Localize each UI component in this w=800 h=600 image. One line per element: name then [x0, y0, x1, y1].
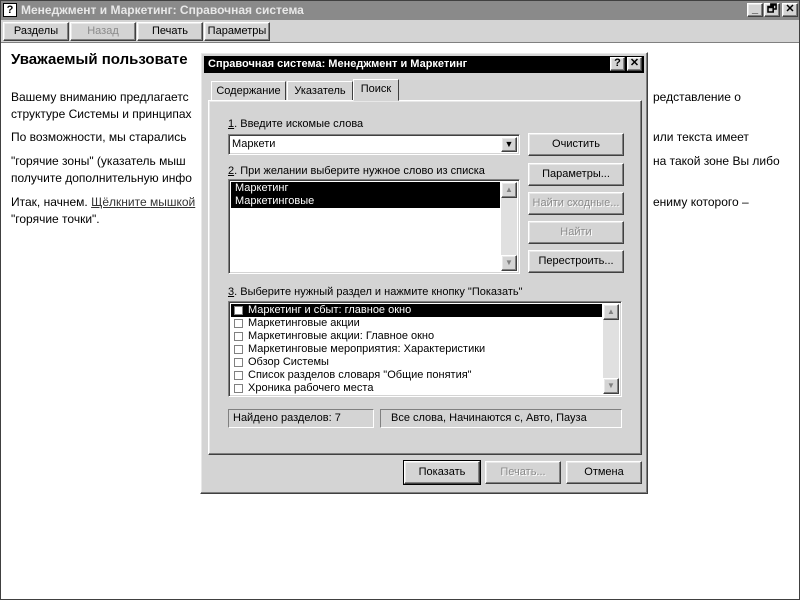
- topic-title: Уважаемый пользовате: [11, 51, 188, 68]
- close-button[interactable]: ✕: [782, 3, 798, 17]
- topic-text: По возможности, мы старались: [11, 130, 187, 144]
- find-similar-button[interactable]: Найти сходные...: [528, 192, 624, 215]
- step3-label: 3. Выберите нужный раздел и нажмите кноп…: [228, 286, 523, 298]
- chevron-down-icon: ▼: [504, 139, 514, 149]
- scroll-up-icon: ▲: [505, 185, 513, 194]
- checkbox-icon: [234, 358, 243, 367]
- topic-text: ениму которого –: [653, 195, 749, 209]
- topics-list[interactable]: Маркетинг и сбыт: главное окно Маркетинг…: [228, 301, 622, 397]
- scroll-up-icon: ▲: [607, 307, 615, 316]
- main-title-bar[interactable]: ? Менеджмент и Маркетинг: Справочная сис…: [1, 1, 799, 20]
- rebuild-button[interactable]: Перестроить...: [528, 250, 624, 273]
- list-item[interactable]: Хроника рабочего места: [231, 382, 602, 395]
- topic-link[interactable]: Щёлкните мышкой: [91, 195, 195, 209]
- search-words-combo[interactable]: Маркети ▼: [228, 134, 520, 155]
- tab-search[interactable]: Поиск: [353, 79, 399, 101]
- help-icon: ?: [614, 57, 621, 69]
- topic-item-label: Обзор Системы: [248, 356, 329, 368]
- list-item[interactable]: Маркетинговые: [231, 195, 500, 208]
- topic-item-label: Маркетинг и сбыт: главное окно: [248, 304, 412, 316]
- search-options-status: Все слова, Начинаются с, Авто, Пауза: [380, 409, 622, 428]
- find-button[interactable]: Найти: [528, 221, 624, 244]
- topic-text: или текста имеет: [653, 130, 749, 144]
- toolbar-print-button[interactable]: Печать: [137, 22, 203, 41]
- topics-scrollbar[interactable]: ▲ ▼: [603, 304, 619, 394]
- restore-icon: 🗗: [766, 3, 778, 15]
- tab-contents[interactable]: Содержание: [211, 81, 286, 101]
- options-button[interactable]: Параметры...: [528, 163, 624, 186]
- checkbox-icon: [234, 319, 243, 328]
- list-item[interactable]: Обзор Системы: [231, 356, 602, 369]
- words-list[interactable]: Маркетинг Маркетинговые ▲ ▼: [228, 179, 520, 274]
- topic-text: на такой зоне Вы либо: [653, 154, 780, 168]
- list-item[interactable]: Маркетинг: [231, 182, 500, 195]
- topic-item-label: Маркетинговые акции: [248, 317, 360, 329]
- dialog-help-button[interactable]: ?: [610, 57, 625, 71]
- scroll-down-icon: ▼: [607, 381, 615, 390]
- topic-item-label: Список разделов словаря "Общие понятия": [248, 369, 472, 381]
- list-item[interactable]: Маркетинговые акции: [231, 317, 602, 330]
- toolbar-options-button[interactable]: Параметры: [204, 22, 270, 41]
- found-count-status: Найдено разделов: 7: [228, 409, 374, 428]
- topic-item-label: Маркетинговые мероприятия: Характеристик…: [248, 343, 486, 355]
- list-item[interactable]: Маркетинговые мероприятия: Характеристик…: [231, 343, 602, 356]
- checkbox-icon: [234, 306, 243, 315]
- topic-text: "горячие зоны" (указатель мыш: [11, 154, 186, 168]
- dialog-title-bar[interactable]: Справочная система: Менеджмент и Маркети…: [204, 56, 644, 73]
- step3-text: . Выберите нужный раздел и нажмите кнопк…: [234, 286, 523, 298]
- topic-text: Итак, начнем. Щёлкните мышкой: [11, 194, 195, 211]
- toolbar-contents-button[interactable]: Разделы: [3, 22, 69, 41]
- tab-index[interactable]: Указатель: [287, 81, 353, 101]
- combo-dropdown-button[interactable]: ▼: [501, 137, 517, 152]
- clear-button[interactable]: Очистить: [528, 133, 624, 156]
- search-dialog: Справочная система: Менеджмент и Маркети…: [200, 52, 648, 494]
- step2-label: 2. При желании выберите нужное слово из …: [228, 165, 485, 177]
- topic-item-label: Хроника рабочего места: [248, 382, 374, 394]
- scroll-down-button[interactable]: ▼: [603, 378, 619, 394]
- minimize-button[interactable]: _: [747, 3, 763, 17]
- main-window-title: Менеджмент и Маркетинг: Справочная систе…: [21, 3, 304, 17]
- print-button[interactable]: Печать...: [485, 461, 561, 484]
- scroll-down-icon: ▼: [505, 258, 513, 267]
- step1-label: 1. Введите искомые слова: [228, 118, 363, 130]
- scroll-down-button[interactable]: ▼: [501, 255, 517, 271]
- toolbar: Разделы Назад Печать Параметры: [1, 20, 799, 43]
- topic-item-label: Маркетинговые акции: Главное окно: [248, 330, 435, 342]
- help-app-icon: ?: [3, 3, 17, 17]
- search-words-value: Маркети: [232, 138, 276, 150]
- list-item[interactable]: Маркетинг и сбыт: главное окно: [231, 304, 602, 317]
- topic-text: структуре Системы и принципах: [11, 107, 192, 121]
- dialog-close-button[interactable]: ✕: [627, 57, 642, 71]
- list-item[interactable]: Маркетинговые акции: Главное окно: [231, 330, 602, 343]
- checkbox-icon: [234, 371, 243, 380]
- minimize-icon: _: [751, 3, 759, 15]
- close-icon: ✕: [785, 3, 795, 15]
- checkbox-icon: [234, 332, 243, 341]
- step1-text: . Введите искомые слова: [234, 118, 364, 130]
- cancel-button[interactable]: Отмена: [566, 461, 642, 484]
- list-item[interactable]: Список разделов словаря "Общие понятия": [231, 369, 602, 382]
- scroll-up-button[interactable]: ▲: [501, 182, 517, 198]
- checkbox-icon: [234, 345, 243, 354]
- dialog-title: Справочная система: Менеджмент и Маркети…: [208, 58, 468, 70]
- topic-text: "горячие точки".: [11, 212, 100, 226]
- topic-text: редставление о: [653, 90, 741, 104]
- toolbar-back-button[interactable]: Назад: [70, 22, 136, 41]
- checkbox-icon: [234, 384, 243, 393]
- topic-text-prefix: Итак, начнем.: [11, 195, 92, 209]
- words-scrollbar[interactable]: ▲ ▼: [501, 182, 517, 271]
- topic-text: получите дополнительную инфо: [11, 171, 192, 185]
- step2-text: . При желании выберите нужное слово из с…: [234, 165, 485, 177]
- topic-text: Вашему вниманию предлагаетс: [11, 90, 189, 104]
- scroll-up-button[interactable]: ▲: [603, 304, 619, 320]
- close-icon: ✕: [629, 57, 640, 69]
- restore-button[interactable]: 🗗: [764, 3, 780, 17]
- show-button[interactable]: Показать: [403, 460, 481, 485]
